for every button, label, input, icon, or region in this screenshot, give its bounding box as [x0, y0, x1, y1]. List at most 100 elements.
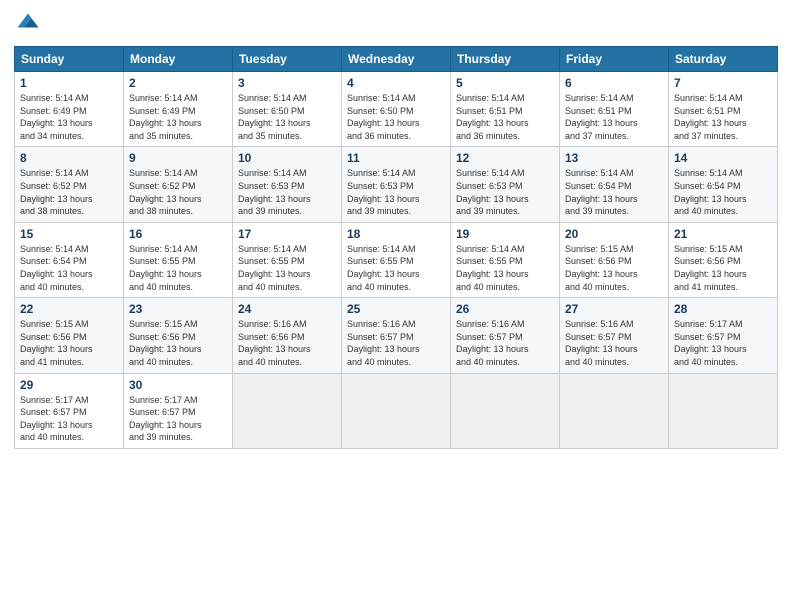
day-number: 25 — [347, 302, 445, 316]
calendar: SundayMondayTuesdayWednesdayThursdayFrid… — [14, 46, 778, 449]
day-info: Sunrise: 5:14 AM Sunset: 6:54 PM Dayligh… — [565, 167, 663, 217]
day-info: Sunrise: 5:14 AM Sunset: 6:55 PM Dayligh… — [238, 243, 336, 293]
day-number: 30 — [129, 378, 227, 392]
day-number: 1 — [20, 76, 118, 90]
day-info: Sunrise: 5:14 AM Sunset: 6:51 PM Dayligh… — [456, 92, 554, 142]
day-number: 11 — [347, 151, 445, 165]
day-info: Sunrise: 5:14 AM Sunset: 6:49 PM Dayligh… — [20, 92, 118, 142]
day-number: 12 — [456, 151, 554, 165]
calendar-cell: 24 Sunrise: 5:16 AM Sunset: 6:56 PM Dayl… — [233, 298, 342, 373]
calendar-cell: 8 Sunrise: 5:14 AM Sunset: 6:52 PM Dayli… — [15, 147, 124, 222]
calendar-cell: 25 Sunrise: 5:16 AM Sunset: 6:57 PM Dayl… — [342, 298, 451, 373]
weekday-header-thursday: Thursday — [451, 47, 560, 72]
calendar-cell: 13 Sunrise: 5:14 AM Sunset: 6:54 PM Dayl… — [560, 147, 669, 222]
day-info: Sunrise: 5:14 AM Sunset: 6:53 PM Dayligh… — [238, 167, 336, 217]
calendar-cell — [342, 373, 451, 448]
day-info: Sunrise: 5:14 AM Sunset: 6:52 PM Dayligh… — [20, 167, 118, 217]
day-number: 20 — [565, 227, 663, 241]
day-number: 29 — [20, 378, 118, 392]
calendar-cell: 5 Sunrise: 5:14 AM Sunset: 6:51 PM Dayli… — [451, 72, 560, 147]
day-info: Sunrise: 5:14 AM Sunset: 6:55 PM Dayligh… — [129, 243, 227, 293]
logo-icon — [14, 10, 42, 38]
day-number: 24 — [238, 302, 336, 316]
calendar-cell: 12 Sunrise: 5:14 AM Sunset: 6:53 PM Dayl… — [451, 147, 560, 222]
calendar-cell: 18 Sunrise: 5:14 AM Sunset: 6:55 PM Dayl… — [342, 222, 451, 297]
day-number: 27 — [565, 302, 663, 316]
calendar-cell: 2 Sunrise: 5:14 AM Sunset: 6:49 PM Dayli… — [124, 72, 233, 147]
calendar-cell: 4 Sunrise: 5:14 AM Sunset: 6:50 PM Dayli… — [342, 72, 451, 147]
weekday-header-wednesday: Wednesday — [342, 47, 451, 72]
week-row-1: 1 Sunrise: 5:14 AM Sunset: 6:49 PM Dayli… — [15, 72, 778, 147]
day-info: Sunrise: 5:15 AM Sunset: 6:56 PM Dayligh… — [20, 318, 118, 368]
day-info: Sunrise: 5:14 AM Sunset: 6:49 PM Dayligh… — [129, 92, 227, 142]
day-number: 16 — [129, 227, 227, 241]
day-number: 9 — [129, 151, 227, 165]
day-info: Sunrise: 5:14 AM Sunset: 6:51 PM Dayligh… — [565, 92, 663, 142]
logo — [14, 10, 46, 38]
weekday-header-friday: Friday — [560, 47, 669, 72]
day-info: Sunrise: 5:15 AM Sunset: 6:56 PM Dayligh… — [129, 318, 227, 368]
day-number: 13 — [565, 151, 663, 165]
day-info: Sunrise: 5:14 AM Sunset: 6:54 PM Dayligh… — [674, 167, 772, 217]
week-row-5: 29 Sunrise: 5:17 AM Sunset: 6:57 PM Dayl… — [15, 373, 778, 448]
day-number: 8 — [20, 151, 118, 165]
day-info: Sunrise: 5:17 AM Sunset: 6:57 PM Dayligh… — [129, 394, 227, 444]
day-number: 7 — [674, 76, 772, 90]
day-number: 23 — [129, 302, 227, 316]
calendar-cell: 23 Sunrise: 5:15 AM Sunset: 6:56 PM Dayl… — [124, 298, 233, 373]
calendar-cell: 10 Sunrise: 5:14 AM Sunset: 6:53 PM Dayl… — [233, 147, 342, 222]
week-row-2: 8 Sunrise: 5:14 AM Sunset: 6:52 PM Dayli… — [15, 147, 778, 222]
calendar-cell: 14 Sunrise: 5:14 AM Sunset: 6:54 PM Dayl… — [669, 147, 778, 222]
calendar-cell — [560, 373, 669, 448]
day-number: 22 — [20, 302, 118, 316]
day-info: Sunrise: 5:16 AM Sunset: 6:57 PM Dayligh… — [565, 318, 663, 368]
day-number: 19 — [456, 227, 554, 241]
day-number: 5 — [456, 76, 554, 90]
day-number: 2 — [129, 76, 227, 90]
day-number: 4 — [347, 76, 445, 90]
week-row-3: 15 Sunrise: 5:14 AM Sunset: 6:54 PM Dayl… — [15, 222, 778, 297]
calendar-cell: 28 Sunrise: 5:17 AM Sunset: 6:57 PM Dayl… — [669, 298, 778, 373]
calendar-cell: 21 Sunrise: 5:15 AM Sunset: 6:56 PM Dayl… — [669, 222, 778, 297]
day-info: Sunrise: 5:16 AM Sunset: 6:56 PM Dayligh… — [238, 318, 336, 368]
calendar-cell: 20 Sunrise: 5:15 AM Sunset: 6:56 PM Dayl… — [560, 222, 669, 297]
calendar-cell: 6 Sunrise: 5:14 AM Sunset: 6:51 PM Dayli… — [560, 72, 669, 147]
week-row-4: 22 Sunrise: 5:15 AM Sunset: 6:56 PM Dayl… — [15, 298, 778, 373]
header — [14, 10, 778, 38]
calendar-cell — [669, 373, 778, 448]
weekday-header-tuesday: Tuesday — [233, 47, 342, 72]
calendar-cell: 7 Sunrise: 5:14 AM Sunset: 6:51 PM Dayli… — [669, 72, 778, 147]
day-number: 17 — [238, 227, 336, 241]
day-info: Sunrise: 5:16 AM Sunset: 6:57 PM Dayligh… — [456, 318, 554, 368]
day-number: 14 — [674, 151, 772, 165]
day-info: Sunrise: 5:16 AM Sunset: 6:57 PM Dayligh… — [347, 318, 445, 368]
weekday-header-row: SundayMondayTuesdayWednesdayThursdayFrid… — [15, 47, 778, 72]
day-info: Sunrise: 5:14 AM Sunset: 6:50 PM Dayligh… — [347, 92, 445, 142]
day-number: 26 — [456, 302, 554, 316]
calendar-cell: 16 Sunrise: 5:14 AM Sunset: 6:55 PM Dayl… — [124, 222, 233, 297]
calendar-cell: 19 Sunrise: 5:14 AM Sunset: 6:55 PM Dayl… — [451, 222, 560, 297]
weekday-header-sunday: Sunday — [15, 47, 124, 72]
day-number: 21 — [674, 227, 772, 241]
calendar-cell: 27 Sunrise: 5:16 AM Sunset: 6:57 PM Dayl… — [560, 298, 669, 373]
calendar-cell — [451, 373, 560, 448]
day-info: Sunrise: 5:14 AM Sunset: 6:52 PM Dayligh… — [129, 167, 227, 217]
day-number: 15 — [20, 227, 118, 241]
calendar-cell: 22 Sunrise: 5:15 AM Sunset: 6:56 PM Dayl… — [15, 298, 124, 373]
day-info: Sunrise: 5:14 AM Sunset: 6:55 PM Dayligh… — [347, 243, 445, 293]
day-info: Sunrise: 5:17 AM Sunset: 6:57 PM Dayligh… — [674, 318, 772, 368]
calendar-cell: 15 Sunrise: 5:14 AM Sunset: 6:54 PM Dayl… — [15, 222, 124, 297]
day-info: Sunrise: 5:17 AM Sunset: 6:57 PM Dayligh… — [20, 394, 118, 444]
day-info: Sunrise: 5:14 AM Sunset: 6:53 PM Dayligh… — [456, 167, 554, 217]
calendar-cell: 30 Sunrise: 5:17 AM Sunset: 6:57 PM Dayl… — [124, 373, 233, 448]
calendar-cell — [233, 373, 342, 448]
day-number: 18 — [347, 227, 445, 241]
day-number: 28 — [674, 302, 772, 316]
calendar-cell: 26 Sunrise: 5:16 AM Sunset: 6:57 PM Dayl… — [451, 298, 560, 373]
calendar-cell: 29 Sunrise: 5:17 AM Sunset: 6:57 PM Dayl… — [15, 373, 124, 448]
calendar-cell: 1 Sunrise: 5:14 AM Sunset: 6:49 PM Dayli… — [15, 72, 124, 147]
day-info: Sunrise: 5:15 AM Sunset: 6:56 PM Dayligh… — [674, 243, 772, 293]
weekday-header-monday: Monday — [124, 47, 233, 72]
day-info: Sunrise: 5:15 AM Sunset: 6:56 PM Dayligh… — [565, 243, 663, 293]
calendar-cell: 11 Sunrise: 5:14 AM Sunset: 6:53 PM Dayl… — [342, 147, 451, 222]
